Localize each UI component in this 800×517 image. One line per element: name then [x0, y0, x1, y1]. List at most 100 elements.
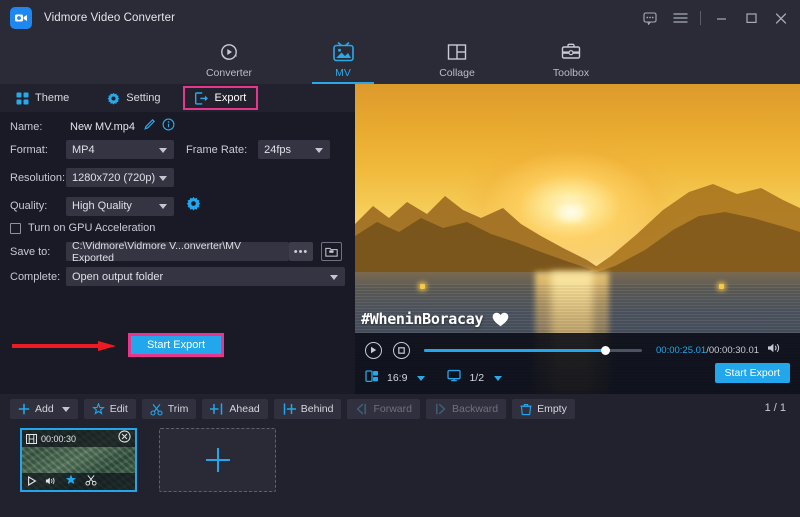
quality-row: Quality: High Quality [10, 196, 201, 216]
subtab-theme[interactable]: Theme [8, 87, 77, 109]
clip-play-icon[interactable] [27, 473, 37, 491]
name-label: Name: [10, 121, 66, 133]
folder-icon [325, 246, 338, 257]
minimize-icon[interactable] [706, 0, 736, 36]
complete-select[interactable]: Open output folder [66, 267, 345, 286]
add-clip-button[interactable] [159, 428, 276, 492]
app-title: Vidmore Video Converter [44, 12, 175, 24]
plus-icon [203, 445, 233, 475]
edit-button[interactable]: Edit [84, 399, 136, 419]
preview-watermark: #WheninBoracay [361, 310, 509, 328]
screen-split-chevron-down-icon[interactable] [494, 376, 502, 381]
timeline-bar: Add Edit Trim [0, 394, 800, 517]
behind-button[interactable]: Behind [274, 399, 342, 419]
insert-behind-icon [282, 403, 296, 415]
chevron-down-icon [330, 275, 338, 280]
export-icon [195, 92, 209, 105]
gpu-acceleration-row[interactable]: Turn on GPU Acceleration [10, 222, 155, 234]
mv-icon [332, 40, 355, 64]
subtab-export[interactable]: Export [183, 86, 259, 110]
quality-label: Quality: [10, 200, 66, 212]
quality-select[interactable]: High Quality [66, 197, 174, 216]
open-folder-button[interactable] [321, 242, 342, 261]
progress-fill [424, 349, 605, 352]
framerate-select[interactable]: 24fps [258, 140, 330, 159]
theme-icon [16, 92, 29, 105]
video-preview[interactable]: #WheninBoracay 00:00:25.01 / 00: [355, 84, 800, 394]
browse-button[interactable]: ••• [289, 242, 313, 261]
clip-trim-icon[interactable] [85, 473, 97, 491]
start-export-button[interactable]: Start Export [128, 333, 224, 357]
tab-converter-label: Converter [206, 67, 252, 79]
info-icon[interactable] [162, 118, 175, 136]
ahead-button[interactable]: Ahead [202, 399, 267, 419]
preview-light-right [719, 284, 724, 289]
title-bar: Vidmore Video Converter [0, 0, 800, 36]
chevron-down-icon [159, 148, 167, 153]
page-count: 1 / 1 [765, 402, 786, 414]
volume-icon [767, 342, 781, 354]
forward-button[interactable]: Forward [347, 399, 420, 419]
play-button[interactable] [365, 342, 382, 359]
quality-value: High Quality [72, 200, 132, 212]
empty-button[interactable]: Empty [512, 399, 575, 419]
chevron-down-icon [159, 204, 167, 209]
feedback-icon[interactable] [635, 0, 665, 36]
player-controls: 00:00:25.01 / 00:00:30.01 [355, 333, 800, 394]
clip-volume-icon[interactable] [45, 473, 57, 491]
framerate-value: 24fps [264, 144, 291, 156]
subtab-setting[interactable]: Setting [99, 87, 168, 109]
monitor-icon [447, 369, 461, 387]
trim-button[interactable]: Trim [142, 399, 197, 419]
ahead-button-label: Ahead [229, 403, 259, 415]
stop-icon [398, 347, 405, 354]
subtab-export-label: Export [215, 92, 247, 104]
collage-icon [446, 40, 468, 64]
clip-duration: 00:00:30 [41, 434, 76, 444]
clip-actions [22, 473, 135, 490]
stop-button[interactable] [393, 342, 410, 359]
clip-effect-icon[interactable] [65, 473, 77, 491]
add-button[interactable]: Add [10, 399, 78, 419]
progress-slider[interactable] [424, 349, 642, 352]
remove-clip-icon[interactable] [118, 430, 131, 448]
add-chevron-down-icon[interactable] [62, 407, 70, 412]
subtab-setting-label: Setting [126, 92, 160, 104]
preview-mountains-right [585, 174, 800, 279]
tab-converter[interactable]: Converter [190, 38, 268, 79]
tab-toolbox[interactable]: Toolbox [532, 38, 610, 79]
backward-button-label: Backward [452, 403, 498, 415]
close-icon[interactable] [766, 0, 796, 36]
complete-row: Complete: Open output folder [10, 267, 345, 286]
pencil-icon[interactable] [143, 118, 156, 136]
tab-collage[interactable]: Collage [418, 38, 496, 79]
timeline-clips: 00:00:30 [20, 428, 276, 492]
tab-mv[interactable]: MV [304, 38, 382, 79]
aspect-ratio-chevron-down-icon[interactable] [417, 376, 425, 381]
scissors-icon [150, 403, 163, 416]
maximize-icon[interactable] [736, 0, 766, 36]
app-logo-icon [10, 7, 32, 29]
resolution-select[interactable]: 1280x720 (720p) [66, 168, 174, 187]
tab-collage-label: Collage [439, 67, 475, 79]
format-select[interactable]: MP4 [66, 140, 174, 159]
progress-knob[interactable] [601, 346, 610, 355]
save-to-input[interactable]: C:\Vidmore\Vidmore V...onverter\MV Expor… [66, 242, 289, 261]
converter-icon [218, 40, 240, 64]
timeline-clip[interactable]: 00:00:30 [20, 428, 137, 492]
main-nav-tabs: Converter MV C [0, 36, 800, 84]
start-export-preview-button[interactable]: Start Export [715, 363, 790, 383]
preview-mountains-left [355, 184, 605, 279]
film-icon [26, 434, 37, 444]
behind-button-label: Behind [301, 403, 334, 415]
current-time: 00:00:25.01 [656, 345, 706, 356]
save-to-row: Save to: C:\Vidmore\Vidmore V...onverter… [10, 242, 342, 261]
annotation-arrow-icon [12, 341, 116, 351]
volume-button[interactable] [767, 341, 781, 359]
backward-button[interactable]: Backward [426, 399, 506, 419]
divider [700, 11, 701, 25]
gpu-acceleration-checkbox[interactable] [10, 223, 21, 234]
resolution-row: Resolution: 1280x720 (720p) [10, 168, 174, 187]
menu-icon[interactable] [665, 0, 695, 36]
quality-settings-gear-icon[interactable] [186, 196, 201, 216]
